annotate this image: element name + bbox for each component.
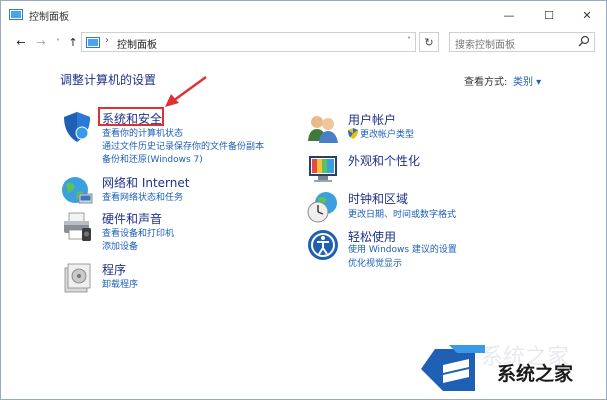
close-icon: ✕ bbox=[582, 8, 592, 22]
category-hardware-sound: 硬件和声音 查看设备和打印机 添加设备 bbox=[60, 210, 310, 252]
link-change-date-time-format[interactable]: 更改日期、时间或数字格式 bbox=[348, 207, 456, 220]
link-windows-suggested-settings[interactable]: 使用 Windows 建议的设置 bbox=[348, 242, 457, 255]
search-input[interactable]: 搜索控制面板 bbox=[455, 36, 515, 51]
chevron-down-icon: ˅ bbox=[56, 37, 60, 47]
category-title-clock-region[interactable]: 时钟和区域 bbox=[348, 190, 408, 207]
control-panel-icon bbox=[86, 37, 100, 48]
up-arrow-icon: ↑ bbox=[68, 35, 78, 49]
link-optimize-visual-display[interactable]: 优化视觉显示 bbox=[348, 256, 402, 269]
category-title-network-internet[interactable]: 网络和 Internet bbox=[102, 174, 189, 191]
category-title-programs[interactable]: 程序 bbox=[102, 261, 126, 278]
forward-arrow-icon: → bbox=[36, 35, 46, 49]
link-change-account-type[interactable]: 更改帐户类型 bbox=[360, 127, 414, 140]
control-panel-window: 控制面板 — ☐ ✕ ← → ˅ ↑ › 控制面板 ˅ ↻ 搜索控制面板 调整计… bbox=[0, 0, 607, 400]
category-ease-of-access: 轻松使用 使用 Windows 建议的设置 优化视觉显示 bbox=[306, 228, 556, 269]
category-title-hardware-sound[interactable]: 硬件和声音 bbox=[102, 210, 162, 227]
address-dropdown-icon[interactable]: ˅ bbox=[407, 36, 411, 45]
window-title: 控制面板 bbox=[29, 12, 69, 23]
appearance-icon[interactable] bbox=[306, 152, 340, 186]
breadcrumb-control-panel[interactable]: 控制面板 bbox=[117, 36, 157, 51]
view-by-dropdown[interactable]: 类别 ▾ bbox=[513, 73, 541, 88]
network-globe-icon[interactable] bbox=[60, 174, 94, 208]
clock-globe-icon[interactable] bbox=[306, 190, 340, 224]
search-box[interactable]: 搜索控制面板 bbox=[449, 32, 595, 52]
back-button[interactable]: ← bbox=[13, 34, 29, 50]
link-view-computer-status[interactable]: 查看你的计算机状态 bbox=[102, 126, 183, 139]
printer-icon[interactable] bbox=[60, 210, 94, 244]
address-bar[interactable]: › 控制面板 ˅ bbox=[81, 32, 416, 52]
link-add-device[interactable]: 添加设备 bbox=[102, 239, 138, 252]
category-programs: 程序 卸载程序 bbox=[60, 261, 310, 295]
navigation-bar: ← → ˅ ↑ › 控制面板 ˅ ↻ 搜索控制面板 bbox=[1, 29, 606, 55]
close-button[interactable]: ✕ bbox=[568, 1, 606, 29]
link-view-network-status[interactable]: 查看网络状态和任务 bbox=[102, 190, 183, 203]
refresh-icon: ↻ bbox=[424, 35, 434, 49]
programs-icon[interactable] bbox=[60, 261, 94, 295]
shield-icon[interactable] bbox=[60, 110, 94, 144]
minimize-button[interactable]: — bbox=[490, 1, 528, 29]
watermark-text: 系统之家 bbox=[497, 363, 574, 385]
maximize-button[interactable]: ☐ bbox=[530, 1, 568, 29]
highlight-box bbox=[98, 107, 164, 126]
category-network-internet: 网络和 Internet 查看网络状态和任务 bbox=[60, 174, 310, 208]
breadcrumb-separator: › bbox=[105, 35, 109, 46]
back-arrow-icon: ← bbox=[16, 35, 26, 49]
link-file-history-backup[interactable]: 通过文件历史记录保存你的文件备份副本 bbox=[102, 139, 264, 152]
uac-shield-icon bbox=[348, 128, 358, 139]
refresh-button[interactable]: ↻ bbox=[419, 32, 439, 52]
category-user-accounts: 用户帐户 更改帐户类型 bbox=[306, 111, 556, 145]
maximize-icon: ☐ bbox=[544, 8, 554, 22]
ease-of-access-icon[interactable] bbox=[306, 228, 340, 262]
category-clock-region: 时钟和区域 更改日期、时间或数字格式 bbox=[306, 190, 556, 224]
users-icon[interactable] bbox=[306, 111, 340, 145]
category-appearance-personalization: 外观和个性化 bbox=[306, 152, 556, 186]
view-by-label: 查看方式: bbox=[464, 77, 508, 88]
link-backup-restore[interactable]: 备份和还原(Windows 7) bbox=[102, 152, 203, 165]
forward-button[interactable]: → bbox=[33, 34, 49, 50]
minimize-icon: — bbox=[503, 8, 515, 22]
page-heading: 调整计算机的设置 bbox=[60, 73, 157, 87]
link-view-devices-printers[interactable]: 查看设备和打印机 bbox=[102, 226, 174, 239]
link-uninstall-program[interactable]: 卸载程序 bbox=[102, 277, 138, 290]
category-title-user-accounts[interactable]: 用户帐户 bbox=[348, 111, 396, 128]
search-icon[interactable] bbox=[578, 35, 590, 49]
recent-locations-button[interactable]: ˅ bbox=[50, 34, 66, 50]
title-bar: 控制面板 — ☐ ✕ bbox=[1, 1, 606, 29]
up-button[interactable]: ↑ bbox=[65, 34, 81, 50]
category-title-appearance[interactable]: 外观和个性化 bbox=[348, 152, 420, 169]
control-panel-icon bbox=[9, 9, 23, 20]
